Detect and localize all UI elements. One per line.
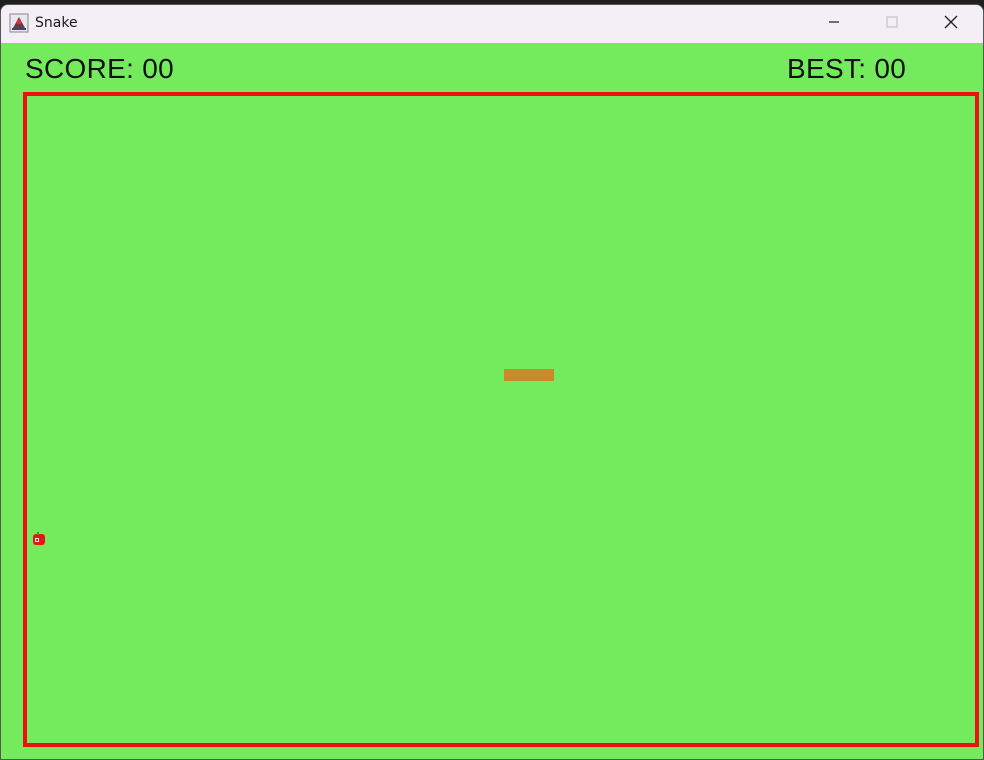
game-area[interactable]: SCORE: 00 BEST: 00 xyxy=(1,43,983,759)
apple-icon xyxy=(32,532,46,546)
play-field xyxy=(23,92,979,747)
best-text: BEST: 00 xyxy=(787,53,907,84)
maximize-icon xyxy=(886,15,898,33)
best-score-label: BEST: 00 xyxy=(787,53,906,85)
close-icon xyxy=(944,15,958,34)
score-text: SCORE: 00 xyxy=(25,53,174,84)
minimize-button[interactable] xyxy=(805,5,863,43)
window-title: Snake xyxy=(35,15,78,31)
snake-body xyxy=(504,369,554,381)
java-app-icon xyxy=(9,13,29,33)
app-window: Snake SCORE: 00 BEST: 00 xyxy=(0,4,984,760)
maximize-button[interactable] xyxy=(863,5,921,43)
minimize-icon xyxy=(828,15,840,33)
title-bar[interactable]: Snake xyxy=(1,5,983,43)
score-label: SCORE: 00 xyxy=(25,53,174,85)
close-button[interactable] xyxy=(922,5,980,43)
